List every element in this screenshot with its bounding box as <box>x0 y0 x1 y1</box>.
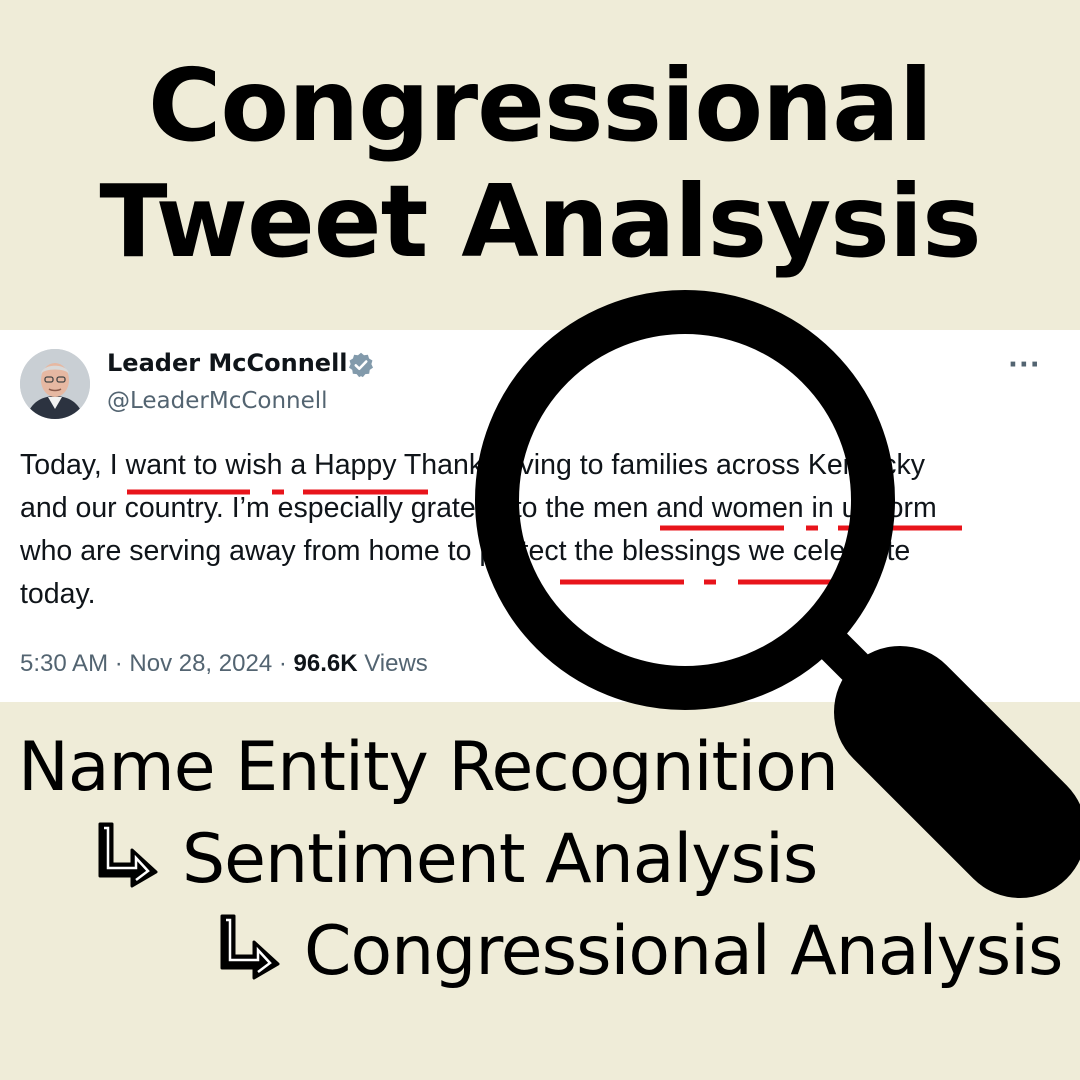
pipeline-step-congressional-label: Congressional Analysis <box>304 912 1063 991</box>
views-label: Views <box>364 650 428 677</box>
title-line-1: Congressional <box>148 47 933 164</box>
tweet-line-4: today. <box>20 578 96 610</box>
tweet-line-1: Today, I want to wish a Happy Thanksgivi… <box>20 449 926 481</box>
pipeline-step-ner: Name Entity Recognition <box>18 728 839 807</box>
meta-separator: · <box>272 650 294 677</box>
display-name[interactable]: Leader McConnell <box>107 349 348 377</box>
pipeline-step-sentiment-label: Sentiment Analysis <box>182 820 818 899</box>
verified-badge-icon <box>348 352 374 378</box>
tweet-line-2: and our country. I’m especially grateful… <box>20 492 937 524</box>
tweet-time[interactable]: 5:30 AM <box>20 650 108 677</box>
user-handle[interactable]: @LeaderMcConnell <box>107 388 328 414</box>
pipeline-step-congressional: Congressional Analysis <box>216 912 1063 991</box>
views-count: 96.6K <box>293 650 358 677</box>
tweet-date[interactable]: Nov 28, 2024 <box>129 650 272 677</box>
tweet-meta: 5:30 AM · Nov 28, 2024 · 96.6K Views <box>20 650 428 678</box>
avatar-portrait-icon <box>20 349 90 419</box>
down-right-arrow-icon <box>220 914 280 980</box>
tweet-line-3: who are serving away from home to protec… <box>20 535 911 567</box>
meta-separator: · <box>108 650 130 677</box>
more-options-icon[interactable]: ··· <box>1008 350 1041 380</box>
pipeline-step-sentiment: Sentiment Analysis <box>94 820 818 899</box>
avatar[interactable] <box>20 349 90 419</box>
tweet-text: Today, I want to wish a Happy Thanksgivi… <box>20 444 1070 616</box>
tweet-card[interactable]: Leader McConnell @LeaderMcConnell ··· To… <box>0 330 1080 702</box>
title-line-2: Tweet Analsysis <box>99 163 981 280</box>
down-right-arrow-icon <box>98 822 158 888</box>
page-title: Congressional Tweet Analsysis <box>0 48 1080 280</box>
